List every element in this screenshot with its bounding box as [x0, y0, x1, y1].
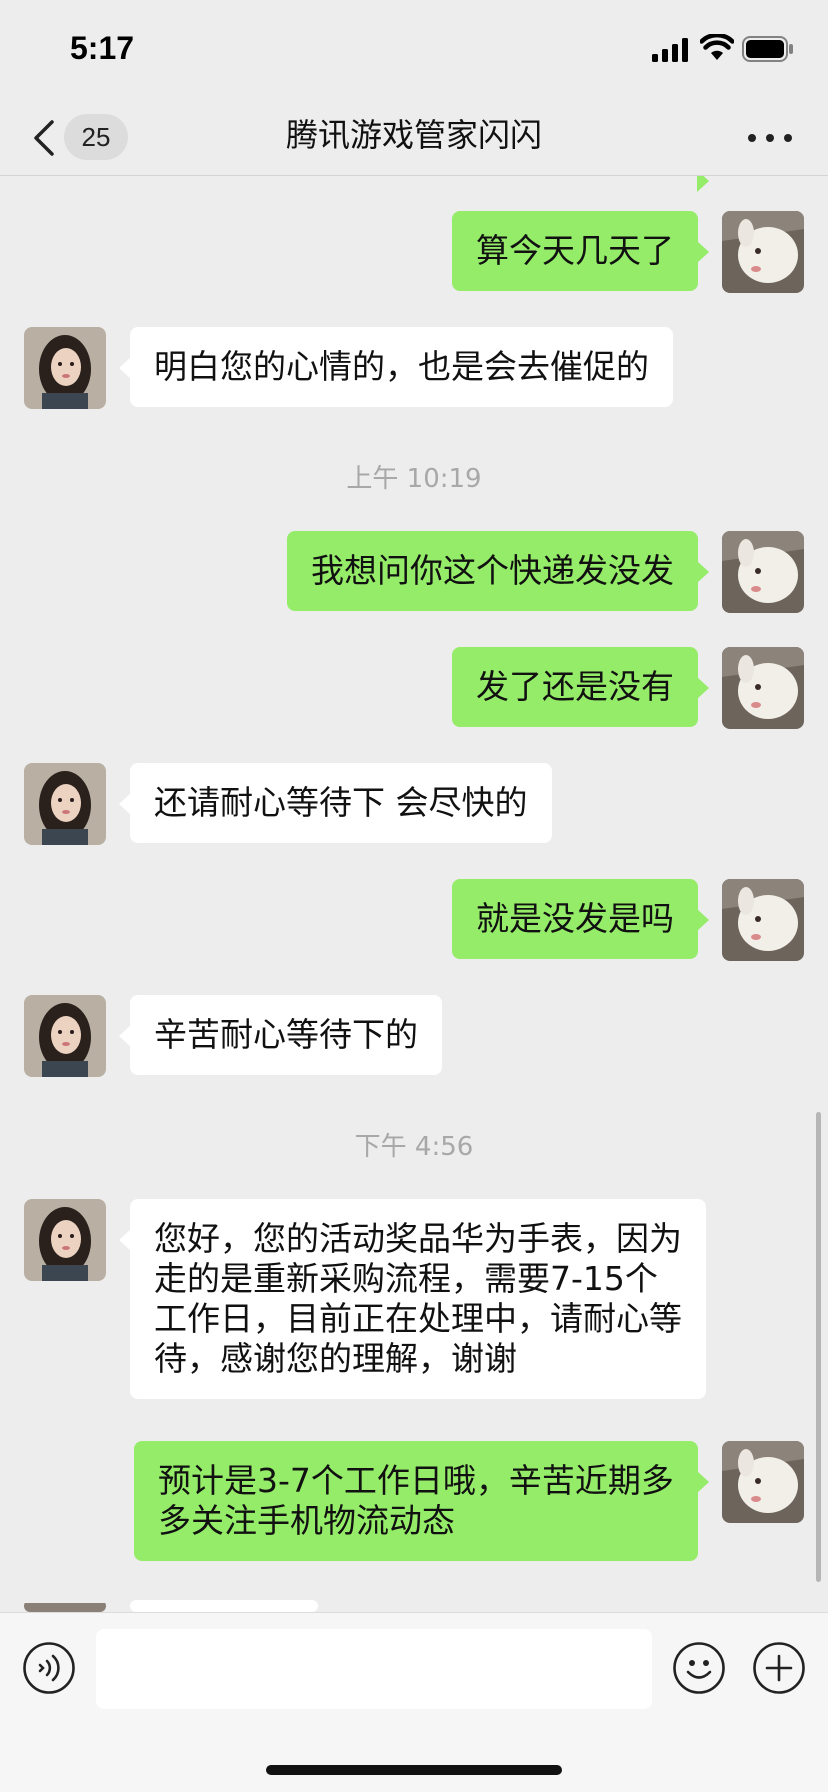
- battery-icon: [742, 36, 793, 62]
- message-bubble[interactable]: 还请耐心等待下 会尽快的: [119, 763, 552, 843]
- nav-bar: 25 腾讯游戏管家闪闪: [0, 96, 828, 176]
- voice-icon[interactable]: [22, 1641, 76, 1695]
- message-bubble[interactable]: 我想问你这个快递发没发: [287, 531, 709, 611]
- scrollbar[interactable]: [816, 1112, 821, 1582]
- message-list[interactable]: 算今天几天了 明白您的心情的，也是会去催促的 上午 10:19 我想问你这个快递…: [0, 176, 828, 1612]
- message-bubble[interactable]: 发了还是没有: [452, 647, 709, 727]
- avatar-contact[interactable]: [24, 763, 106, 845]
- status-time: 5:17: [70, 30, 135, 66]
- emoji-icon[interactable]: [672, 1641, 726, 1695]
- more-dots-icon[interactable]: [742, 118, 798, 158]
- message-bubble[interactable]: 预计是3-7个工作日哦，辛苦近期多多关注手机物流动态: [134, 1441, 709, 1561]
- avatar-self[interactable]: [722, 647, 804, 729]
- back-button[interactable]: 25: [26, 112, 138, 162]
- message-bubble[interactable]: 您好，您的活动奖品华为手表，因为走的是重新采购流程，需要7-15个工作日，目前正…: [119, 1199, 706, 1399]
- avatar-contact[interactable]: [24, 995, 106, 1077]
- avatar-contact[interactable]: [24, 327, 106, 409]
- message-bubble[interactable]: 算今天几天了: [452, 211, 709, 291]
- home-indicator[interactable]: [266, 1765, 562, 1775]
- message-bubble[interactable]: 辛苦耐心等待下的: [119, 995, 442, 1075]
- message-bubble-partial: [130, 1600, 318, 1612]
- message-bubble[interactable]: 就是没发是吗: [452, 879, 709, 959]
- message-timestamp: 下午 4:56: [354, 1132, 474, 1162]
- chat-screen: 5:17 25 腾讯游戏管家闪闪 算今天几天了 明白您的心情的，也是会去催促的 …: [0, 0, 828, 1792]
- unread-count-badge: 25: [64, 114, 128, 160]
- avatar-contact[interactable]: [24, 1199, 106, 1281]
- avatar-self[interactable]: [722, 879, 804, 961]
- chevron-left-icon: [34, 120, 54, 156]
- plus-icon[interactable]: [752, 1641, 806, 1695]
- avatar-self[interactable]: [722, 1441, 804, 1523]
- message-input[interactable]: [96, 1629, 652, 1709]
- avatar-contact[interactable]: [24, 1600, 106, 1612]
- message-timestamp: 上午 10:19: [346, 464, 482, 494]
- wifi-icon: [700, 34, 734, 60]
- message-bubble[interactable]: 明白您的心情的，也是会去催促的: [119, 327, 673, 407]
- avatar-self[interactable]: [722, 211, 804, 293]
- chat-title: 腾讯游戏管家闪闪: [285, 116, 542, 154]
- avatar-self[interactable]: [722, 531, 804, 613]
- status-bar: 5:17: [0, 0, 828, 96]
- input-bar: [0, 1612, 828, 1792]
- signal-icon: [652, 38, 688, 62]
